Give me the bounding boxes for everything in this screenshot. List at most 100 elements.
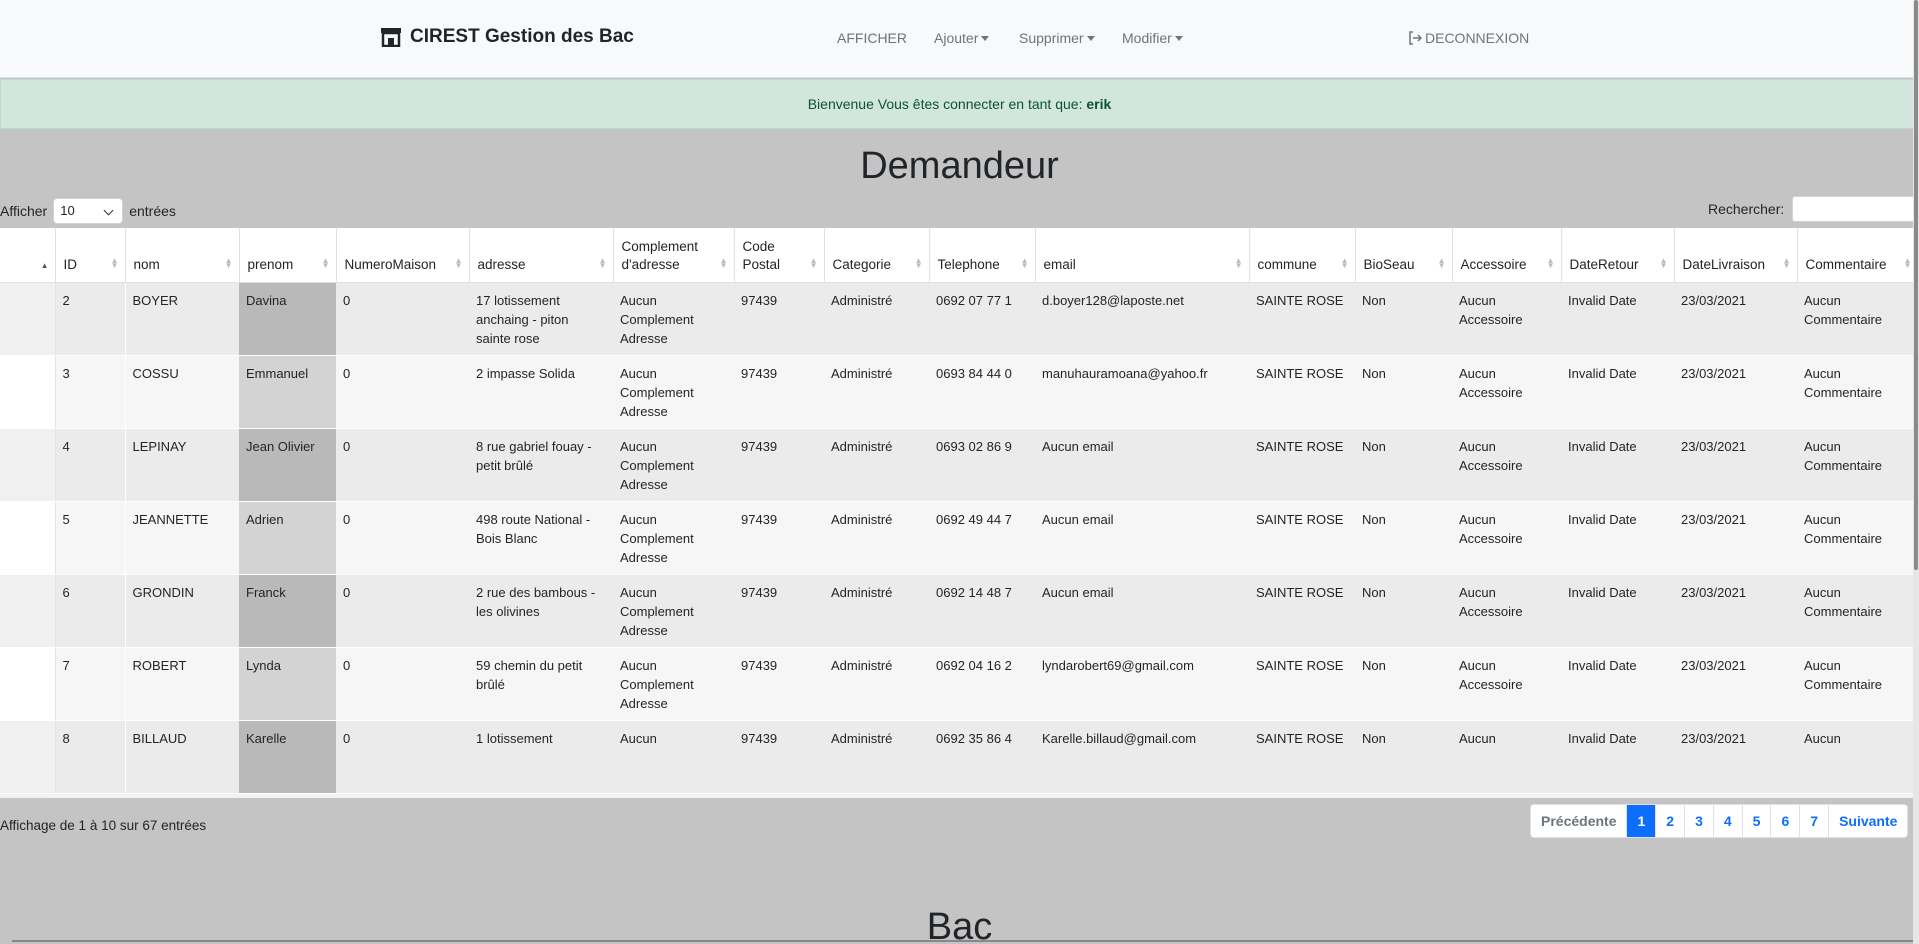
nav-afficher-label: AFFICHER [837,30,907,46]
cell-date-livraison: 23/03/2021 [1674,574,1797,648]
cell-adresse: 498 route National - Bois Blanc [469,501,613,575]
cell-prenom: Emmanuel [239,355,336,429]
table-row[interactable]: 7 ROBERT Lynda 0 59 chemin du petit brûlé Auc… [0,647,1918,721]
filter-cell: Rechercher Dat [1561,792,1674,798]
brand[interactable]: CIREST Gestion des Bac [380,26,634,48]
table-row[interactable]: 2 BOYER Davina 0 17 lotissement anchaing - p… [0,282,1918,356]
cell-id: 8 [54,720,125,794]
cell-commune: SAINTE ROSE [1249,720,1355,794]
column-header-date-livraison[interactable]: DateLivraison ▲ ▼ [1674,228,1798,283]
column-header-commune[interactable]: commune ▲ ▼ [1249,228,1356,283]
filter-cell: Recherc [55,792,125,798]
table-row[interactable]: 8 BILLAUD Karelle 0 1 lotissement Aucun 97439 A… [0,720,1918,794]
column-header-label: ID [63,256,78,272]
cell-date-retour: Invalid Date [1561,428,1674,502]
cell-date-livraison: 23/03/2021 [1674,428,1797,502]
cell-telephone: 0693 84 44 0 [929,355,1035,429]
page-scrollbar[interactable] [1913,0,1919,944]
nav-ajouter-dropdown[interactable]: Ajouter [934,30,990,46]
pagination-previous[interactable]: Précédente [1531,805,1626,837]
cell-commune: SAINTE ROSE [1249,282,1355,356]
sort-icon: ▲ ▼ [598,255,607,270]
cell-nom: BOYER [124,282,239,356]
cell-commentaire: Aucun Commentaire [1797,501,1918,575]
table-row[interactable]: 4 LEPINAY Jean Olivier 0 8 rue gabriel fouay… [0,428,1918,502]
pagination-page[interactable]: 6 [1770,805,1799,837]
cell-numero-maison: 0 [336,355,469,429]
cell-code-postal: 97439 [734,428,824,502]
search-input[interactable] [1792,196,1919,222]
sort-icon: ▲ ▼ [1659,255,1668,270]
table-row[interactable]: 6 GRONDIN Franck 0 2 rue des bambous - les o… [0,574,1918,648]
pagination-page[interactable]: 5 [1741,805,1771,837]
column-header-nom[interactable]: nom ▲ ▼ [125,228,240,283]
cell-prenom: Karelle [239,720,336,794]
nav-supprimer-dropdown[interactable]: Supprimer [1019,30,1095,46]
table-header-row: ▲ ID ▲ ▼ nom ▲ ▼ prenom ▲ ▼ NumeroMaison ▲ ▼ adresse ▲… [0,228,1919,283]
cell-accessoire: Aucun Accessoire [1452,428,1561,502]
cell-telephone: 0692 35 86 4 [929,720,1035,794]
cell-id: 5 [54,501,125,575]
filter-cell: Rechercher DateL [1674,792,1797,798]
sort-icon: ▲ ▼ [1546,255,1555,270]
shop-icon [381,28,401,47]
pagination-page[interactable]: 7 [1799,805,1828,837]
column-header-commentaire[interactable]: Commentaire ▲ ▼ [1797,228,1919,283]
column-header-date-retour[interactable]: DateRetour ▲ ▼ [1561,228,1675,283]
search-label: Rechercher: [1708,201,1785,217]
cell-telephone: 0692 49 44 7 [929,501,1035,575]
column-header-label: Telephone [937,256,1000,272]
cell-numero-maison: 0 [336,647,469,721]
table-row[interactable]: 5 JEANNETTE Adrien 0 498 route National - Bo… [0,501,1918,575]
sort-icon: ▲ ▼ [1234,255,1243,270]
page-length-select[interactable]: 10 [53,198,124,224]
cell-categorie: Administré [824,720,929,794]
logout-link[interactable]: DECONNEXION [1408,30,1529,46]
column-header-label: email [1043,256,1076,272]
column-header-telephone[interactable]: Telephone ▲ ▼ [929,228,1036,283]
nav-modifier-dropdown[interactable]: Modifier [1122,30,1183,46]
pagination-page[interactable]: 3 [1684,805,1713,837]
pagination-page[interactable]: 4 [1712,805,1742,837]
cell-numero-maison: 0 [336,428,469,502]
cell-date-livraison: 23/03/2021 [1674,501,1797,575]
column-header-prenom[interactable]: prenom ▲ ▼ [239,228,337,283]
column-header-code-postal[interactable]: Code Postal ▲ ▼ [734,228,825,283]
cell-numero-maison: 0 [336,574,469,648]
cell-email: Aucun email [1035,501,1249,575]
cell-code-postal: 97439 [734,282,824,356]
column-header-label: DateLivraison [1682,256,1766,272]
cell-date-retour: Invalid Date [1561,501,1674,575]
column-header-adresse[interactable]: adresse ▲ ▼ [469,228,614,283]
cell-categorie: Administré [824,574,929,648]
table-row[interactable]: 3 COSSU Emmanuel 0 2 impasse Solida Aucun Com… [0,355,1918,429]
pagination-next[interactable]: Suivante [1828,805,1907,837]
cell-date-retour: Invalid Date [1561,282,1674,356]
cell-adresse: 1 lotissement [469,720,613,794]
cell-id: 2 [54,282,125,356]
cell-telephone: 0692 04 16 2 [929,647,1035,721]
column-header-numero-maison[interactable]: NumeroMaison ▲ ▼ [336,228,470,283]
cell-commune: SAINTE ROSE [1249,647,1355,721]
column-header-categorie[interactable]: Categorie ▲ ▼ [824,228,930,283]
column-header-id[interactable]: ID ▲ ▼ [55,228,126,283]
column-header-bioseau[interactable]: BioSeau ▲ ▼ [1355,228,1453,283]
filter-cell: Rechercher Comp [613,792,734,798]
column-header-email[interactable]: email ▲ ▼ [1035,228,1250,283]
cell-nom: GRONDIN [124,574,239,648]
caret-down-icon [981,36,990,41]
pagination-page[interactable]: 2 [1655,805,1684,837]
column-header-select-col[interactable]: ▲ [0,228,56,283]
length-suffix: entrées [129,203,176,219]
sort-icon: ▲ [40,260,49,270]
nav-afficher[interactable]: AFFICHER [837,30,907,46]
filter-cell: Rechercher B [1355,792,1452,798]
cell-commentaire: Aucun Commentaire [1797,574,1918,648]
pagination-page[interactable]: 1 [1626,805,1656,837]
column-header-complement-adresse[interactable]: Complement d'adresse ▲ ▼ [613,228,735,283]
column-header-accessoire[interactable]: Accessoire ▲ ▼ [1452,228,1562,283]
logout-label: DECONNEXION [1425,30,1530,46]
scrollbar-thumb[interactable] [1914,0,1918,570]
cell-nom: ROBERT [124,647,239,721]
cell-complement-adresse: Aucun Complement Adresse [613,355,734,429]
